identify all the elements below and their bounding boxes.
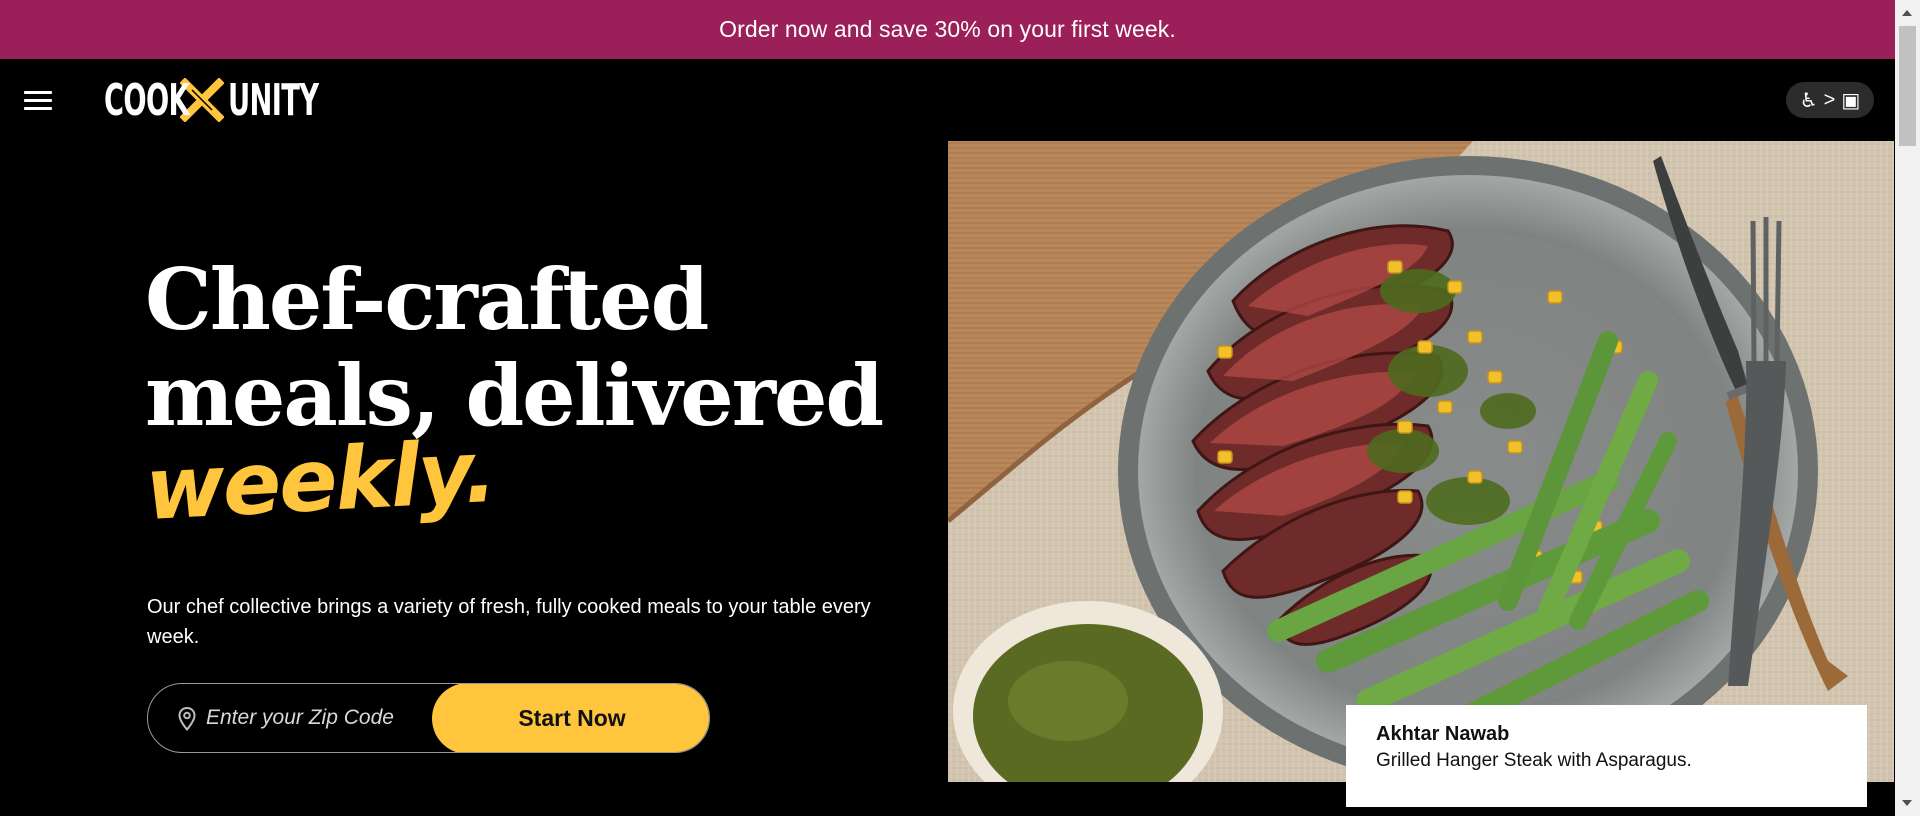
zip-code-input[interactable]	[206, 684, 426, 752]
zip-field[interactable]	[148, 684, 432, 752]
hero-food-photo	[948, 141, 1894, 782]
location-pin-icon	[178, 707, 196, 731]
hero-title-accent: weekly.	[142, 421, 498, 540]
device-icon: ▣	[1841, 89, 1861, 112]
wheelchair-icon: ♿	[1799, 89, 1818, 112]
zip-signup-form: Start Now	[147, 683, 710, 753]
cookunity-logo[interactable]: COOK UNITY	[104, 74, 336, 126]
scroll-down-arrow-icon[interactable]	[1902, 800, 1912, 806]
steak-dish-illustration	[948, 141, 1894, 782]
caption-chef-name: Akhtar Nawab	[1376, 723, 1510, 745]
scrollbar-thumb[interactable]	[1899, 26, 1916, 146]
logo-word-cook: COOK	[104, 74, 190, 126]
page-scrollbar[interactable]	[1895, 0, 1920, 816]
scroll-up-arrow-icon[interactable]	[1902, 10, 1912, 16]
site-header: COOK UNITY ♿ > ▣	[0, 59, 1895, 141]
start-now-button[interactable]: Start Now	[432, 684, 709, 752]
logo-word-unity: UNITY	[228, 74, 319, 126]
hero-subtitle: Our chef collective brings a variety of …	[147, 596, 871, 648]
promo-banner[interactable]: Order now and save 30% on your first wee…	[0, 0, 1895, 59]
hero-title-line-2: meals, delivered	[145, 346, 884, 445]
hero-title: Chef-crafted meals, delivered	[145, 250, 884, 445]
photo-caption: Akhtar Nawab Grilled Hanger Steak with A…	[1346, 705, 1867, 807]
hero-title-line-1: Chef-crafted	[145, 250, 709, 349]
accessibility-toggle[interactable]: ♿ > ▣	[1786, 82, 1874, 118]
promo-banner-text: Order now and save 30% on your first wee…	[719, 16, 1176, 42]
accessibility-separator: >	[1823, 88, 1836, 111]
hamburger-menu-icon[interactable]	[24, 91, 52, 111]
caption-dish-name: Grilled Hanger Steak with Asparagus.	[1376, 750, 1692, 771]
